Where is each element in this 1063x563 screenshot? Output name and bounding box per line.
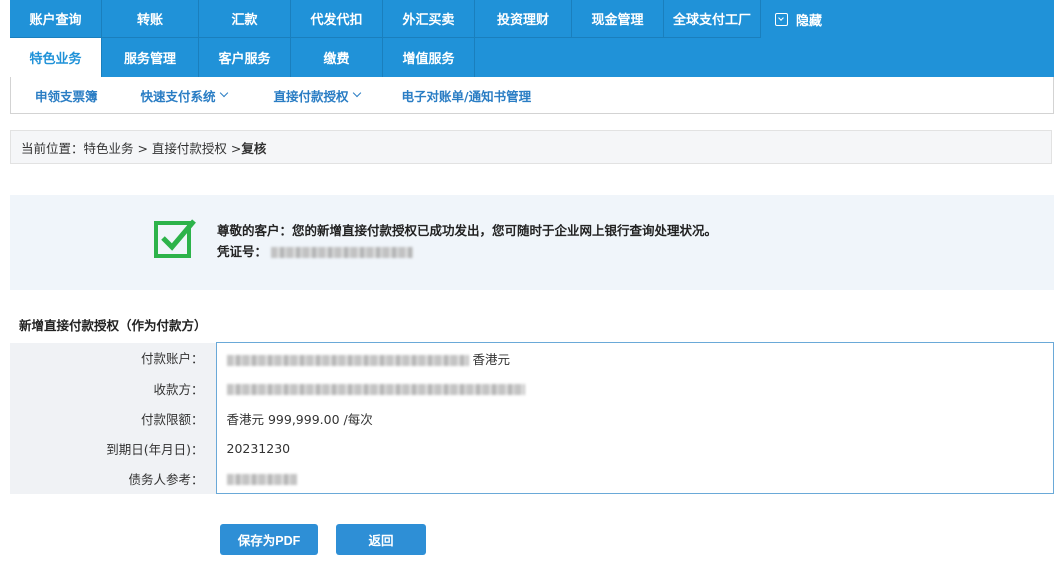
notice-text: 尊敬的客户：您的新增直接付款授权已成功发出，您可随时于企业网上银行查询处理状况。… xyxy=(217,220,717,262)
nav-hide-toggle[interactable]: 隐藏 xyxy=(761,0,822,38)
nav-cash-management[interactable]: 现金管理 xyxy=(572,0,664,38)
collapse-icon xyxy=(775,12,788,26)
limit-label: 付款限额： xyxy=(10,403,216,433)
expiry-label: 到期日(年月日)： xyxy=(10,433,216,463)
debtor-reference-value xyxy=(215,463,1054,494)
success-notice: 尊敬的客户：您的新增直接付款授权已成功发出，您可随时于企业网上银行查询处理状况。… xyxy=(10,195,1054,290)
voucher-label: 凭证号： xyxy=(217,244,268,259)
nav-fx-trading[interactable]: 外汇买卖 xyxy=(383,0,475,38)
breadcrumb-path: 当前位置：特色业务 > 直接付款授权 > xyxy=(21,140,242,156)
subnav-cheque-book-label: 申领支票簿 xyxy=(35,88,98,104)
table-row: 到期日(年月日)： 20231230 xyxy=(10,433,1054,463)
main-nav-row-2: 特色业务 服务管理 客户服务 缴费 增值服务 xyxy=(10,38,1054,77)
notice-message: 尊敬的客户：您的新增直接付款授权已成功发出，您可随时于企业网上银行查询处理状况。 xyxy=(217,223,718,238)
payee-value xyxy=(215,373,1054,403)
subnav-direct-debit-authorization[interactable]: 直接付款授权 xyxy=(273,86,361,105)
payer-account-label: 付款账户： xyxy=(10,342,216,373)
success-check-icon xyxy=(154,219,196,258)
nav-investment[interactable]: 投资理财 xyxy=(475,0,572,38)
nav-account-inquiry[interactable]: 账户查询 xyxy=(10,0,102,38)
subnav-direct-debit-label: 直接付款授权 xyxy=(273,88,349,104)
sub-nav: 申领支票簿 快速支付系统 直接付款授权 电子对账单/通知书管理 xyxy=(10,77,1054,114)
breadcrumb: 当前位置：特色业务 > 直接付款授权 > 复核 xyxy=(10,130,1052,164)
nav-transfer[interactable]: 转账 xyxy=(102,0,199,38)
nav-remittance[interactable]: 汇款 xyxy=(199,0,291,38)
table-row: 付款限额： 香港元 999,999.00 /每次 xyxy=(10,403,1054,433)
payer-account-redacted xyxy=(226,354,469,366)
nav-special-services[interactable]: 特色业务 xyxy=(10,38,102,77)
nav-payroll-collection[interactable]: 代发代扣 xyxy=(291,0,383,38)
expiry-value: 20231230 xyxy=(215,433,1054,463)
breadcrumb-current: 复核 xyxy=(241,140,267,156)
subnav-fps[interactable]: 快速支付系统 xyxy=(140,86,228,105)
subnav-e-statement-label: 电子对账单/通知书管理 xyxy=(401,88,532,104)
authorization-details-table: 付款账户： 香港元 收款方： 付款限额： 香港元 999,999.00 /每次 … xyxy=(10,342,1054,494)
save-pdf-button[interactable]: 保存为PDF xyxy=(220,524,318,555)
chevron-down-icon xyxy=(352,88,361,98)
payer-currency: 香港元 xyxy=(472,351,510,367)
debtor-reference-label: 债务人参考： xyxy=(10,463,216,494)
nav-bill-payment[interactable]: 缴费 xyxy=(291,38,383,77)
voucher-number-redacted xyxy=(271,247,414,258)
debtor-reference-redacted xyxy=(226,473,297,485)
voucher-row: 凭证号： xyxy=(217,241,717,262)
table-row: 付款账户： 香港元 xyxy=(10,342,1054,373)
main-nav-row-1: 账户查询 转账 汇款 代发代扣 外汇买卖 投资理财 现金管理 全球支付工厂 隐藏 xyxy=(10,0,1054,38)
nav-hide-label: 隐藏 xyxy=(796,13,823,29)
section-title: 新增直接付款授权（作为付款方） xyxy=(19,318,207,333)
subnav-e-statement[interactable]: 电子对账单/通知书管理 xyxy=(402,86,532,105)
subnav-fps-label: 快速支付系统 xyxy=(140,88,216,104)
table-row: 债务人参考： xyxy=(10,463,1054,494)
main-nav: 账户查询 转账 汇款 代发代扣 外汇买卖 投资理财 现金管理 全球支付工厂 隐藏… xyxy=(10,0,1054,77)
nav-value-added-services[interactable]: 增值服务 xyxy=(383,38,475,77)
nav-service-management[interactable]: 服务管理 xyxy=(102,38,199,77)
subnav-cheque-book[interactable]: 申领支票簿 xyxy=(35,86,98,105)
payee-label: 收款方： xyxy=(10,373,216,403)
limit-value: 香港元 999,999.00 /每次 xyxy=(215,403,1054,433)
chevron-down-icon xyxy=(219,88,228,98)
nav-global-payment-factory[interactable]: 全球支付工厂 xyxy=(664,0,761,38)
payee-redacted xyxy=(226,383,525,395)
nav-customer-service[interactable]: 客户服务 xyxy=(199,38,291,77)
table-row: 收款方： xyxy=(10,373,1054,403)
payer-account-value: 香港元 xyxy=(215,342,1054,373)
back-button[interactable]: 返回 xyxy=(336,524,426,555)
